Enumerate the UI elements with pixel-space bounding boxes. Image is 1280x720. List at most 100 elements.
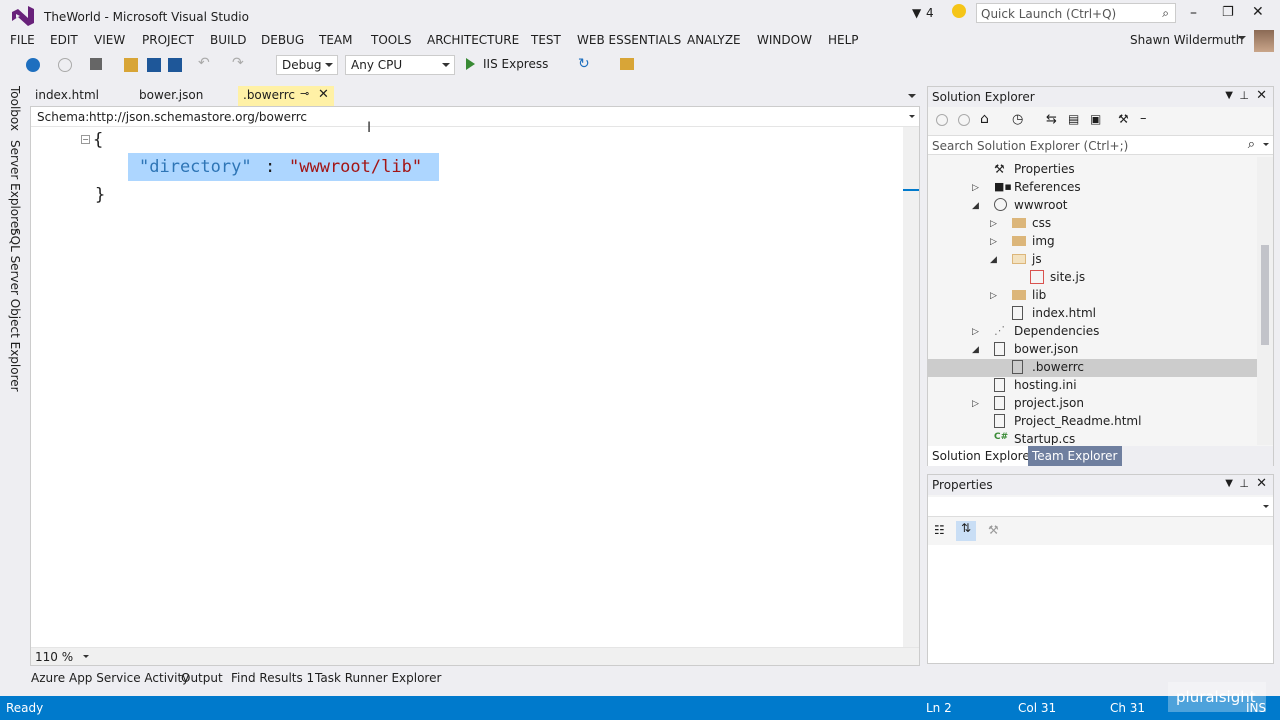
avatar[interactable] xyxy=(1254,30,1274,52)
tree-item-startup-cs[interactable]: C# Startup.cs xyxy=(928,431,1257,445)
object-selector[interactable] xyxy=(928,497,1273,517)
tree-item-properties[interactable]: ⚒ Properties xyxy=(928,161,1257,179)
configuration-dropdown[interactable]: Debug xyxy=(276,55,338,75)
new-project-icon[interactable] xyxy=(90,58,102,70)
tree-item-project-readme[interactable]: Project_Readme.html xyxy=(928,413,1257,431)
tree-item-lib[interactable]: ▷ lib xyxy=(928,287,1257,305)
menu-project[interactable]: PROJECT xyxy=(142,33,194,47)
feedback-smiley-icon[interactable] xyxy=(952,4,966,18)
notification-count[interactable]: 4 xyxy=(926,6,934,20)
tab-find-results-1[interactable]: Find Results 1 xyxy=(231,671,314,685)
user-dropdown-icon[interactable] xyxy=(1238,36,1246,40)
categorized-icon[interactable]: ☷ xyxy=(934,523,945,537)
tab-solution-explorer[interactable]: Solution Explorer xyxy=(928,446,1039,466)
menu-build[interactable]: BUILD xyxy=(210,33,246,47)
show-all-files-icon[interactable]: ▣ xyxy=(1090,112,1101,126)
expand-icon[interactable]: ▷ xyxy=(972,399,979,409)
forward-icon[interactable] xyxy=(58,58,72,72)
tab-azure-app-service-activity[interactable]: Azure App Service Activity xyxy=(31,671,189,685)
properties-wrench-icon[interactable]: ⚒ xyxy=(1118,112,1129,126)
tree-item-wwwroot[interactable]: ◢ wwwroot xyxy=(928,197,1257,215)
collapse-icon[interactable]: ◢ xyxy=(990,255,997,265)
refresh-icon[interactable]: ↻ xyxy=(578,56,590,72)
expand-icon[interactable]: ▷ xyxy=(990,291,997,301)
server-explorer-tab[interactable]: Server Explorer xyxy=(8,140,22,233)
tree-scrollbar[interactable] xyxy=(1257,157,1273,445)
history-icon[interactable]: ◷ xyxy=(1012,112,1023,127)
chevron-down-icon[interactable]: ▼ xyxy=(1225,90,1233,101)
preview-icon[interactable]: – xyxy=(1140,111,1147,126)
tree-item-js[interactable]: ◢ js xyxy=(928,251,1257,269)
zoom-dropdown-icon[interactable] xyxy=(83,655,89,658)
minimize-button[interactable]: – xyxy=(1190,5,1197,21)
home-icon[interactable]: ⌂ xyxy=(980,111,989,127)
collapse-icon[interactable]: ◢ xyxy=(972,345,979,355)
code-editor[interactable]: Schema: http://json.schemastore.org/bowe… xyxy=(30,106,920,666)
chevron-down-icon[interactable] xyxy=(1263,505,1269,508)
menu-help[interactable]: HELP xyxy=(828,33,859,47)
expand-icon[interactable]: ▷ xyxy=(990,237,997,247)
menu-debug[interactable]: DEBUG xyxy=(261,33,304,47)
scrollbar-thumb[interactable] xyxy=(1261,245,1269,345)
property-pages-icon[interactable]: ⚒ xyxy=(988,523,999,537)
expand-icon[interactable]: ▷ xyxy=(990,219,997,229)
menu-edit[interactable]: EDIT xyxy=(50,33,78,47)
user-name[interactable]: Shawn Wildermuth xyxy=(1130,33,1243,47)
save-all-icon[interactable] xyxy=(168,58,182,72)
open-file-icon[interactable] xyxy=(124,58,138,72)
menu-architecture[interactable]: ARCHITECTURE xyxy=(427,33,519,47)
menu-tools[interactable]: TOOLS xyxy=(371,33,412,47)
close-icon[interactable]: ✕ xyxy=(318,87,329,102)
menu-web-essentials[interactable]: WEB ESSENTIALS xyxy=(577,33,681,47)
vertical-scrollbar[interactable] xyxy=(903,127,919,647)
pin-icon[interactable]: ⊥ xyxy=(1239,89,1249,102)
menu-team[interactable]: TEAM xyxy=(319,33,352,47)
expand-icon[interactable]: ▷ xyxy=(972,327,979,337)
pin-icon[interactable]: ⊥ xyxy=(1239,477,1249,490)
tree-item-css[interactable]: ▷ css xyxy=(928,215,1257,233)
tree-item-references[interactable]: ▷ ■▪ References xyxy=(928,179,1257,197)
tab-task-runner-explorer[interactable]: Task Runner Explorer xyxy=(315,671,441,685)
run-target-button[interactable]: IIS Express xyxy=(483,57,548,71)
toolbox-tab[interactable]: Toolbox xyxy=(8,86,22,131)
tab-bowerrc[interactable]: .bowerrc ⊸ ✕ xyxy=(238,86,334,106)
undo-icon[interactable]: ↶ xyxy=(198,55,212,71)
tab-team-explorer[interactable]: Team Explorer xyxy=(1028,446,1122,466)
tree-item-img[interactable]: ▷ img xyxy=(928,233,1257,251)
tab-index-html[interactable]: index.html xyxy=(30,86,104,106)
code-area[interactable]: { "directory" : "wwwroot/lib" } xyxy=(51,129,903,649)
collapse-all-icon[interactable]: ▤ xyxy=(1068,112,1079,126)
save-icon[interactable] xyxy=(147,58,161,72)
collapse-icon[interactable]: ◢ xyxy=(972,201,979,211)
back-icon[interactable] xyxy=(936,114,948,126)
close-window-button[interactable]: ✕ xyxy=(1252,4,1264,20)
chevron-down-icon[interactable]: ▼ xyxy=(1225,478,1233,489)
tree-item-site-js[interactable]: site.js xyxy=(928,269,1257,287)
tab-output[interactable]: Output xyxy=(181,671,223,685)
menu-file[interactable]: FILE xyxy=(10,33,35,47)
expand-icon[interactable]: ▷ xyxy=(972,183,979,193)
chevron-down-icon[interactable] xyxy=(1263,143,1269,146)
close-icon[interactable]: ✕ xyxy=(1256,88,1267,103)
menu-view[interactable]: VIEW xyxy=(94,33,125,47)
schema-input[interactable]: http://json.schemastore.org/bowerrc xyxy=(89,110,307,124)
alphabetical-icon[interactable]: ⇅ xyxy=(956,521,976,541)
tree-item-bower-json[interactable]: ◢ bower.json xyxy=(928,341,1257,359)
forward-icon[interactable] xyxy=(958,114,970,126)
sql-server-object-explorer-tab[interactable]: SQL Server Object Explorer xyxy=(8,228,22,392)
back-icon[interactable] xyxy=(26,58,40,72)
pin-icon[interactable]: ⊸ xyxy=(300,87,309,100)
redo-icon[interactable]: ↷ xyxy=(232,55,246,71)
search-input[interactable]: Search Solution Explorer (Ctrl+;) ⌕ xyxy=(928,135,1273,155)
menu-window[interactable]: WINDOW xyxy=(757,33,812,47)
sync-icon[interactable]: ⇆ xyxy=(1046,112,1057,127)
maximize-button[interactable]: ❐ xyxy=(1222,5,1234,20)
tree-item-dependencies[interactable]: ▷ ⋰ Dependencies xyxy=(928,323,1257,341)
tree-item-index-html[interactable]: index.html xyxy=(928,305,1257,323)
tree-item-project-json[interactable]: ▷ project.json xyxy=(928,395,1257,413)
tab-bower-json[interactable]: bower.json xyxy=(134,86,208,106)
notification-flag-icon[interactable]: ▼ xyxy=(912,6,921,20)
schema-dropdown-icon[interactable] xyxy=(909,115,915,118)
menu-test[interactable]: TEST xyxy=(531,33,561,47)
zoom-dropdown[interactable]: 110 % xyxy=(35,650,73,664)
